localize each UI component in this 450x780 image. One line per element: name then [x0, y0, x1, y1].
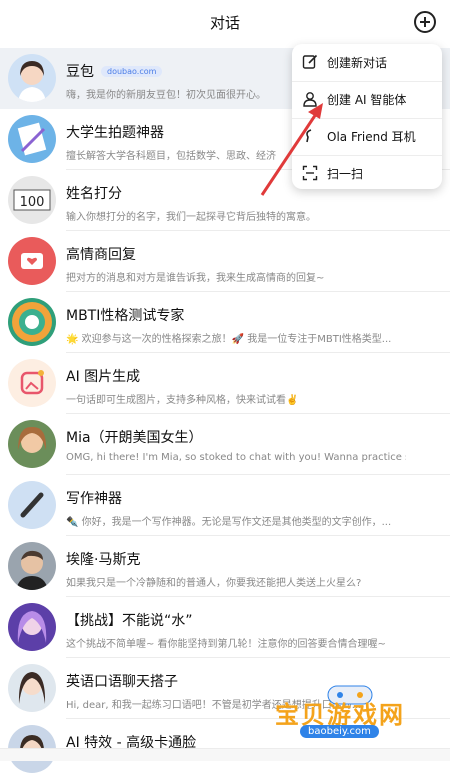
chat-name: 埃隆·马斯克	[66, 552, 141, 568]
header-bar: 对话	[0, 0, 450, 46]
menu-item-label: 创建新对话	[327, 56, 388, 70]
avatar	[8, 664, 56, 712]
menu-item-label: Ola Friend 耳机	[327, 130, 416, 144]
menu-item-create-agent[interactable]: 创建 AI 智能体	[292, 81, 442, 118]
page-title: 对话	[209, 14, 240, 32]
chat-name: Mia（开朗美国女生）	[66, 430, 203, 446]
watermark-url: baobeiy.com	[300, 725, 379, 738]
avatar: 100	[8, 176, 56, 224]
chat-name: 英语口语聊天搭子	[66, 674, 178, 690]
chat-name: 姓名打分	[66, 186, 122, 202]
avatar	[8, 115, 56, 163]
avatar	[8, 420, 56, 468]
chat-preview: 🌟 欢迎参与这一次的性格探索之旅！🚀 我是一位专注于MBTI性格类型...	[66, 334, 392, 345]
chat-preview: 把对方的消息和对方是谁告诉我，我来生成高情商的回复~	[66, 273, 325, 284]
menu-item-label: 扫一扫	[327, 167, 364, 181]
avatar	[8, 542, 56, 590]
menu-item-scan[interactable]: 扫一扫	[292, 155, 442, 192]
plus-dropdown-menu: 创建新对话 创建 AI 智能体 Ola Friend 耳机 扫一扫	[292, 44, 442, 189]
chat-row[interactable]: 写作神器 ✒️ 你好，我是一个写作神器。无论是写作文还是其他类型的文字创作，..…	[0, 475, 450, 536]
avatar	[8, 481, 56, 529]
chat-name: MBTI性格测试专家	[66, 308, 185, 324]
avatar	[8, 298, 56, 346]
person-icon	[303, 92, 317, 107]
chat-row[interactable]: AI 图片生成 一句话即可生成图片，支持多种风格，快来试试看✌️	[0, 353, 450, 414]
avatar	[8, 359, 56, 407]
avatar	[8, 237, 56, 285]
chat-row[interactable]: Mia（开朗美国女生） OMG, hi there! I'm Mia, so s…	[0, 414, 450, 475]
chat-name: 大学生拍题神器	[66, 125, 164, 141]
menu-item-ola-friend[interactable]: Ola Friend 耳机	[292, 118, 442, 155]
chat-preview: 这个挑战不简单喔~ 看你能坚持到第几轮！注意你的回答要合情合理喔~	[66, 639, 386, 650]
chat-row[interactable]: 高情商回复 把对方的消息和对方是谁告诉我，我来生成高情商的回复~	[0, 231, 450, 292]
chat-row[interactable]: 【挑战】不能说“水” 这个挑战不简单喔~ 看你能坚持到第几轮！注意你的回答要合情…	[0, 597, 450, 658]
watermark: 宝贝游戏网 baobeiy.com	[275, 680, 450, 760]
chat-preview: 一句话即可生成图片，支持多种风格，快来试试看✌️	[66, 395, 299, 406]
official-badge: doubao.com	[101, 66, 163, 77]
chat-preview: ✒️ 你好，我是一个写作神器。无论是写作文还是其他类型的文字创作，...	[66, 517, 392, 528]
add-icon[interactable]	[414, 11, 436, 33]
avatar	[8, 603, 56, 651]
chat-name: 豆包	[66, 64, 94, 80]
chat-row[interactable]: MBTI性格测试专家 🌟 欢迎参与这一次的性格探索之旅！🚀 我是一位专注于MBT…	[0, 292, 450, 353]
avatar	[8, 54, 56, 102]
scan-icon	[302, 165, 318, 181]
chat-preview: 输入你想打分的名字，我们一起探寻它背后独特的寓意。	[66, 212, 316, 223]
chat-preview: OMG, hi there! I'm Mia, so stoked to cha…	[66, 452, 406, 463]
chat-row[interactable]: 埃隆·马斯克 如果我只是一个冷静随和的普通人，你要我还能把人类送上火星么?	[0, 536, 450, 597]
chat-preview: 如果我只是一个冷静随和的普通人，你要我还能把人类送上火星么?	[66, 578, 362, 589]
earbuds-icon	[306, 129, 312, 143]
svg-text:100: 100	[20, 195, 45, 210]
chat-name: 【挑战】不能说“水”	[66, 613, 193, 629]
edit-icon	[302, 54, 318, 69]
menu-item-label: 创建 AI 智能体	[327, 93, 407, 107]
chat-name: AI 图片生成	[66, 369, 141, 385]
menu-item-new-chat[interactable]: 创建新对话	[292, 44, 442, 81]
chat-name: 写作神器	[66, 491, 122, 507]
chat-name: 高情商回复	[66, 247, 136, 263]
